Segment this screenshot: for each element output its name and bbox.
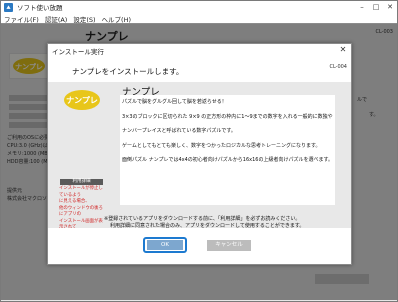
footer-note-1: ※登録されているアプリをダウンロードする前に、「利用詳細」を必ずお読みください。 [104,216,301,222]
close-icon[interactable]: ✕ [338,45,348,55]
svg-text:ナンプレ: ナンプレ [66,95,98,105]
dialog-message: ナンプレをインストールします。 [72,67,184,76]
maximize-icon[interactable]: □ [369,1,383,13]
dialog-title: インストール実行 [52,47,104,56]
description-line: 面倒パズル ナンプレでは4x4の初心者向けパズルから16x16の上級者向けパズル… [122,157,333,163]
description-line: 3×3のブロックに区切られた 9×9 の正方形の枠内に1～9までの数字を入れる一… [122,114,333,120]
app-logo: ナンプレ [62,86,102,114]
dialog-header: ナンプレをインストールします。 CL-004 [48,57,351,82]
minimize-icon[interactable]: – [355,1,369,13]
menu-help[interactable]: ヘルプ(H) [102,14,131,24]
description-line: ナンバープレイスと呼ばれている数字パズルです。 [122,128,236,134]
window-title: ソフト使い放題 [17,4,63,12]
description-line: パズルで脳をグルグル回して脳を若返らせる！ [122,99,227,105]
menu-settings[interactable]: 設定(S) [73,14,95,24]
dialog-code: CL-004 [329,64,347,70]
dialog-footer: OK キャンセル [48,228,351,264]
cancel-button[interactable]: キャンセル [207,240,251,251]
ok-button-label: OK [147,240,183,250]
close-icon[interactable]: ✕ [383,1,397,13]
menu-file[interactable]: ファイル(F) [4,14,39,24]
ok-button[interactable]: OK [143,237,187,253]
menu-auth[interactable]: 認証(A) [45,14,68,24]
rules-tab[interactable]: 利用詳細 [60,179,103,185]
dialog-body: ナンプレ 利用詳細 インストールが停止しているよう に見える場合、 他のウィンド… [48,82,351,243]
description-line: ゲームとしてもとても楽しく、数字をつかったロジカルな思考トレーニングになります。 [122,143,321,149]
description-panel [120,95,335,205]
title-bar: ソフト使い放題 – □ ✕ [1,1,397,13]
install-dialog: インストール実行 ✕ ナンプレをインストールします。 CL-004 ナンプレ 利… [47,43,352,265]
dialog-title-bar: インストール実行 ✕ [48,44,351,57]
app-icon [4,2,13,12]
